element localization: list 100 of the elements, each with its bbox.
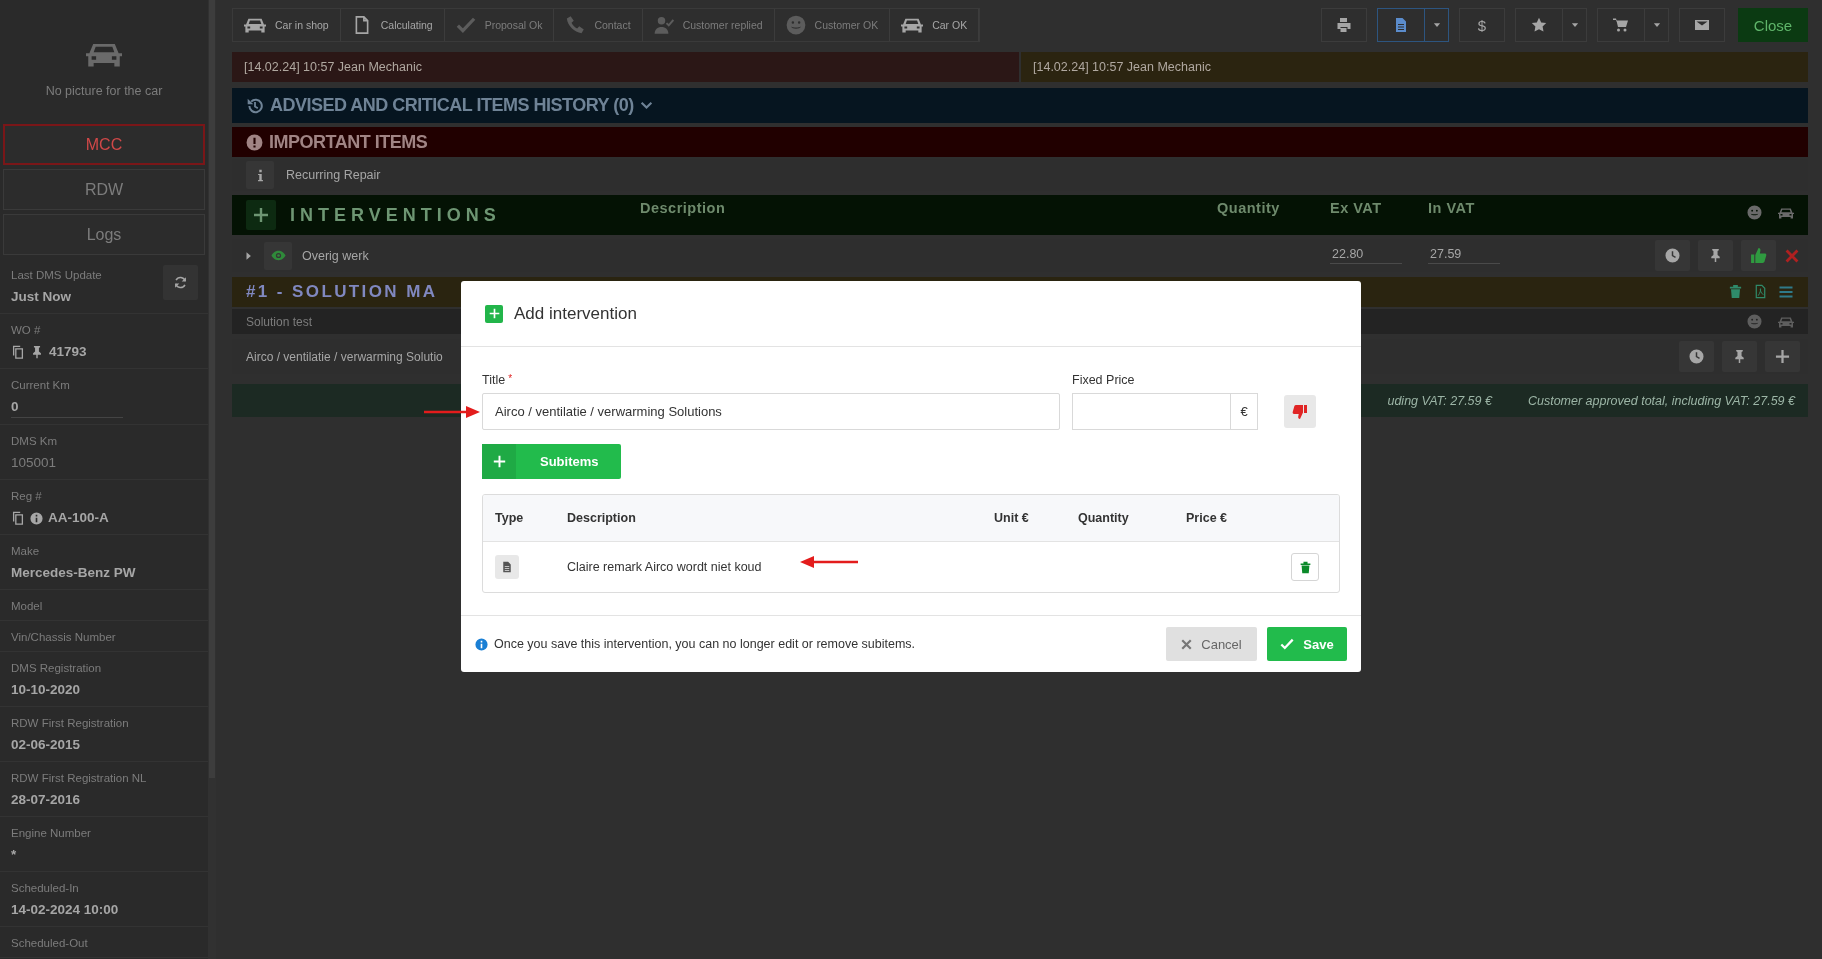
field-label: Scheduled-Out [11,936,88,950]
field-value: 105001 [11,454,57,472]
field-label: Model [11,599,43,613]
section-title: INTERVENTIONS [290,204,501,226]
field-label: Make [11,544,40,558]
smiley-icon [1747,205,1762,220]
split-button[interactable] [1597,8,1669,42]
check-icon [455,15,476,35]
price-button[interactable]: $ [1459,8,1505,42]
pin-icon [1708,248,1723,263]
eye-icon [270,248,286,263]
annotation-arrow [424,406,480,418]
column-header: Description [567,511,637,525]
field-label: Engine Number [11,826,91,840]
pin-button[interactable] [1722,341,1757,372]
note-text: [14.02.24] 10:57 Jean Mechanic [244,60,422,74]
clock-icon [1665,248,1680,263]
field-label: Title [482,373,506,387]
pin-icon [1732,349,1747,364]
column-header: Unit € [994,511,1030,525]
smiley-icon [785,15,806,35]
field-label: Scheduled-In [11,881,79,895]
note-text: [14.02.24] 10:57 Jean Mechanic [1033,60,1211,74]
add-button[interactable] [1765,341,1800,372]
plus-icon [253,207,269,223]
dialog-title: Add intervention [514,303,637,324]
advised-items-bar[interactable]: ADVISED AND CRITICAL ITEMS HISTORY (0) [232,88,1808,123]
table-cell: Claire remark Airco wordt niet koud [567,560,762,574]
envelope-button[interactable] [1679,8,1725,42]
sidebar-tab[interactable]: MCC [3,124,205,165]
pin-button[interactable] [1698,240,1733,271]
field-label: Last DMS Update [11,268,102,282]
field-value: AA-100-A [48,509,109,527]
info-note: Once you save this intervention, you can no longer edit or remove subitems. [494,637,917,651]
column-header: Ex VAT [1330,199,1382,216]
save-button[interactable]: Save [1267,627,1347,661]
field-value: 14-02-2024 10:00 [11,901,119,919]
menu-icon [1778,284,1794,300]
price-input[interactable] [1072,393,1230,430]
printer-button[interactable] [1321,8,1367,42]
add-intervention-button[interactable] [246,200,276,230]
cancel-button[interactable]: Cancel [1166,627,1257,661]
close-icon [1181,638,1193,650]
clock-button[interactable] [1655,240,1690,271]
smiley-icon [1747,313,1762,329]
split-button[interactable] [1377,8,1449,42]
thumbs-up-icon [1750,247,1767,264]
plus-icon [1775,349,1790,364]
column-header: Price € [1186,511,1228,525]
column-header: Description [640,199,726,216]
clock-icon [1689,349,1704,364]
copy-icon [11,345,25,359]
trash-icon [1298,560,1312,574]
pin-icon [30,345,44,359]
field-label: DMS Registration [11,661,102,675]
ex-vat-field[interactable]: 22.80 [1330,247,1402,264]
refresh-button[interactable] [163,265,198,300]
field-value: Just Now [11,288,71,306]
field-label: WO # [11,323,41,337]
approve-button[interactable] [1741,240,1776,271]
total-text: Customer approved total, including VAT: 27.59 € [1527,393,1795,408]
km-field[interactable]: 0 [11,397,123,418]
sidebar-tab[interactable]: RDW [3,169,205,210]
column-header: In VAT [1428,199,1475,216]
printer-icon [1336,17,1352,33]
close-icon [1785,248,1799,263]
thumbs-down-icon [1292,403,1308,420]
in-vat-field[interactable]: 27.59 [1428,247,1500,264]
total-text: uding VAT: 27.59 € [1387,393,1492,408]
cart-icon [1613,17,1629,33]
history-icon [246,96,264,115]
info-button[interactable] [246,161,274,189]
title-input[interactable]: Airco / ventilatie / verwarming Solutions [482,393,1060,430]
clock-button[interactable] [1679,341,1714,372]
user-check-icon [653,15,674,35]
check-icon [1280,637,1295,651]
field-value: * [11,846,17,864]
section-title: IMPORTANT ITEMS [269,131,428,153]
copy-icon [11,511,25,525]
add-subitems-button[interactable]: Subitems [482,444,621,479]
solution-item: Airco / ventilatie / verwarming Solutio [246,349,443,364]
intervention-title: Overig werk [302,248,369,263]
phone-icon [565,15,586,35]
field-label: DMS Km [11,434,57,448]
eye-button[interactable] [264,241,292,270]
sidebar-tab[interactable]: Logs [3,214,205,255]
close-button[interactable]: Close [1738,8,1808,42]
column-header: Quantity [1217,199,1280,216]
thumbs-down-button[interactable] [1284,395,1316,428]
section-title: ADVISED AND CRITICAL ITEMS HISTORY (0) [270,95,634,116]
split-button[interactable] [1515,8,1587,42]
document-icon [495,555,519,579]
field-label: RDW First Registration [11,716,129,730]
field-label: RDW First Registration NL [11,771,147,785]
field-label: Current Km [11,378,70,392]
info-icon [475,637,488,651]
field-value: 28-07-2016 [11,791,81,809]
solution-name: Solution test [246,314,313,329]
field-value: Mercedes-Benz PW [11,564,136,582]
required-mark: * [508,373,513,386]
